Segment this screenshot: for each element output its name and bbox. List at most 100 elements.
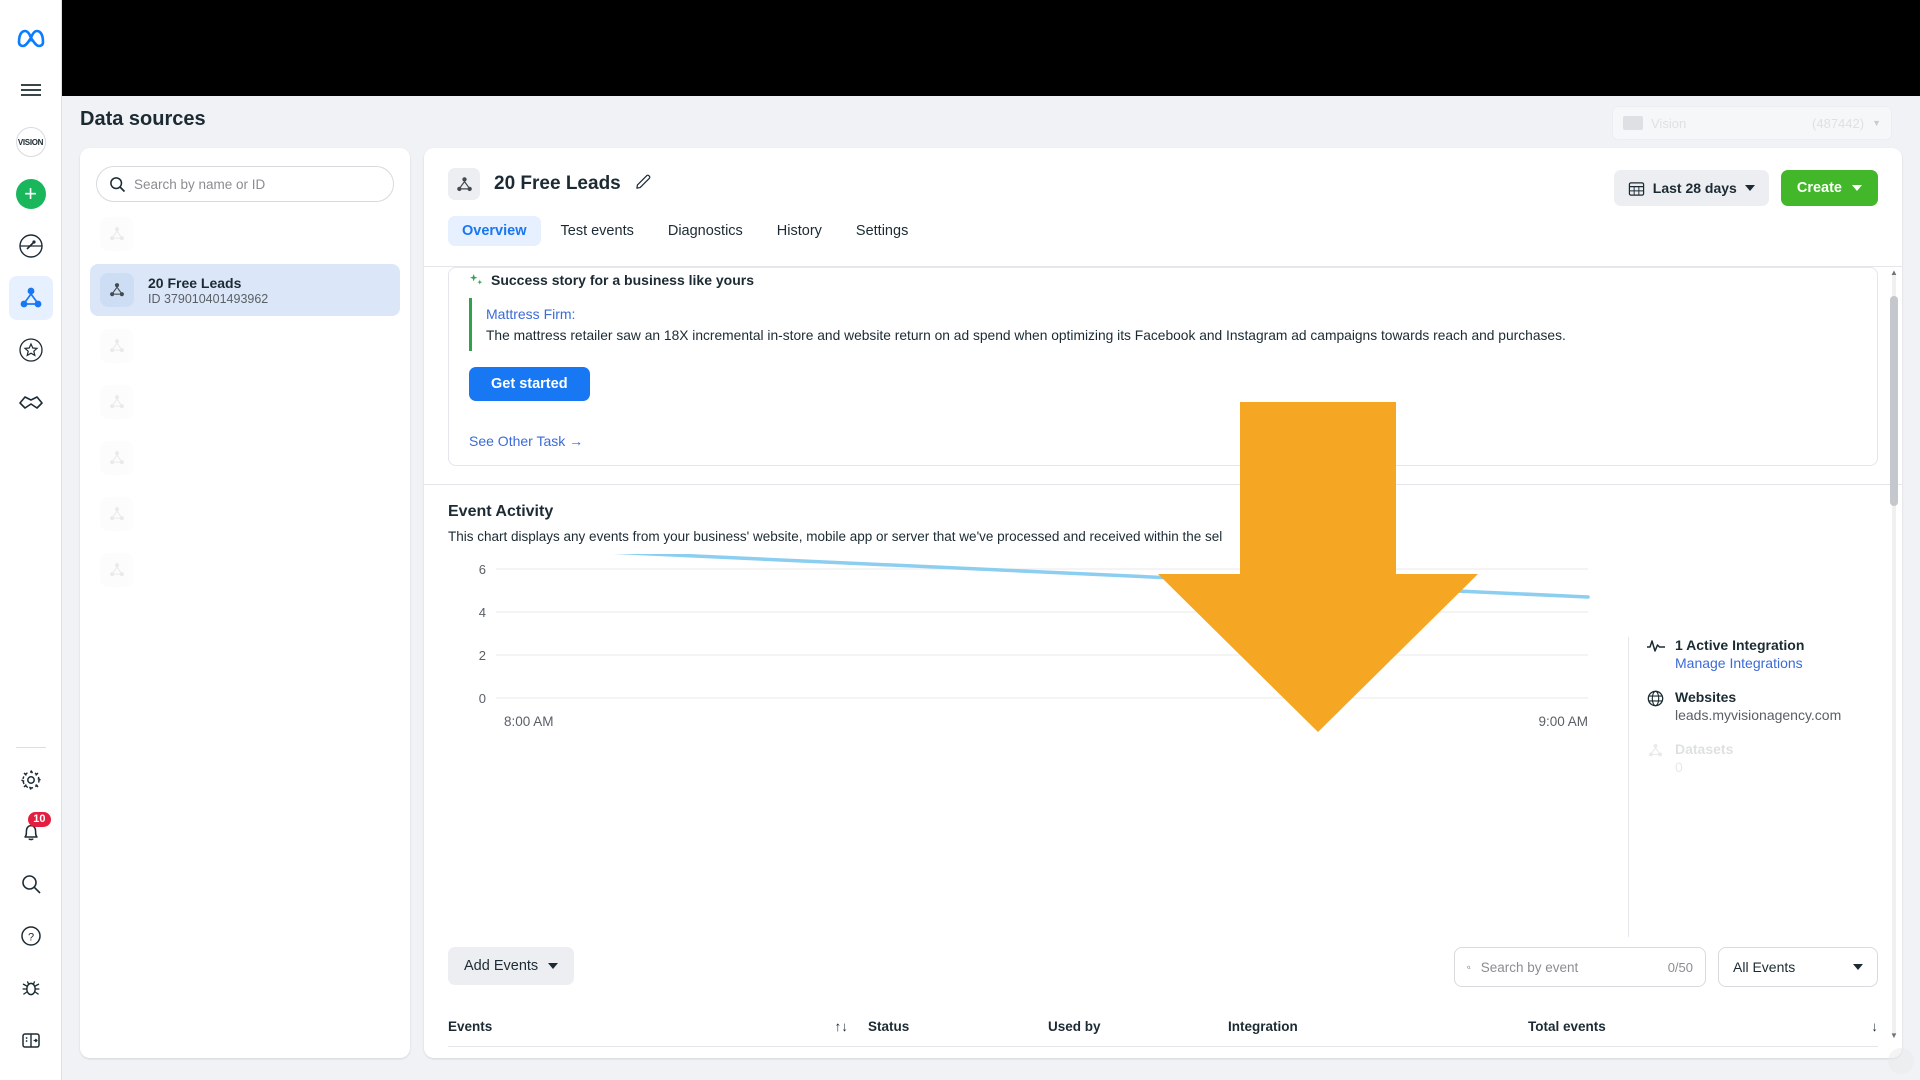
table-header-row: Events ↑↓ Status Used by Integration Tot… [448, 1007, 1878, 1047]
event-search-counter: 0/50 [1667, 959, 1693, 975]
dataset-icon [100, 553, 134, 587]
y-tick: 6 [479, 562, 486, 577]
y-tick: 0 [479, 691, 486, 706]
page-title: Data sources [80, 108, 206, 130]
column-used-by: Used by [1048, 1019, 1101, 1034]
table-row[interactable]: PageView Active Browser 6 [448, 1047, 1878, 1058]
chevron-down-icon [548, 963, 559, 969]
floating-helper-button[interactable] [1888, 1048, 1914, 1074]
business-avatar[interactable]: VISION [9, 120, 53, 164]
tab-diagnostics[interactable]: Diagnostics [654, 216, 757, 246]
edit-pencil-icon[interactable] [635, 173, 652, 195]
total-sort-icon[interactable]: ↓ [1830, 1019, 1878, 1034]
events-filters: 0/50 All Events [1454, 947, 1878, 987]
dataset-detail-card: 20 Free Leads Overview Test events Diagn… [424, 148, 1902, 1058]
success-story-body: The mattress retailer saw an 18X increme… [486, 328, 1566, 343]
search-icon [1467, 965, 1471, 969]
partners-icon[interactable] [9, 380, 53, 424]
column-events[interactable]: Events ↑↓ [448, 1019, 868, 1034]
list-item[interactable] [90, 432, 400, 484]
list-item-name: 20 Free Leads [148, 274, 242, 291]
datasets-value: 0 [1675, 759, 1683, 775]
column-events-label: Events [448, 1019, 493, 1034]
column-status: Status [868, 1019, 910, 1034]
tab-overview[interactable]: Overview [448, 216, 541, 246]
dataset-icon [100, 497, 134, 531]
datasets-row: Datasets 0 [1647, 741, 1878, 775]
list-item[interactable] [90, 320, 400, 372]
websites-row: Websites leads.myvisionagency.com [1647, 689, 1878, 723]
series-line [613, 554, 1590, 599]
dataset-icon [448, 168, 480, 200]
meta-logo-icon[interactable] [9, 16, 53, 60]
create-button-label: Create [1796, 180, 1842, 196]
dataset-icon [100, 441, 134, 475]
column-total-events: Total events [1528, 1019, 1606, 1034]
svg-text:?: ? [27, 932, 33, 944]
list-item-id: ID 379010401493962 [148, 291, 269, 306]
business-name: Vision [1651, 115, 1687, 131]
total-count: 6 [1528, 1058, 1830, 1059]
dataset-tabs: Overview Test events Diagnostics History… [448, 216, 1878, 246]
event-search-box[interactable]: 0/50 [1454, 947, 1706, 987]
search-icon[interactable] [9, 862, 53, 906]
integration-summary-panel: 1 Active Integration Manage Integrations… [1628, 637, 1878, 937]
event-cell: PageView Active [448, 1057, 868, 1058]
business-selector[interactable]: Vision (487442) ▼ [1612, 106, 1892, 140]
event-type-filter[interactable]: All Events [1718, 947, 1878, 987]
search-sources-box[interactable] [96, 166, 394, 202]
event-search-input[interactable] [1480, 959, 1658, 975]
business-id: (487442) [1812, 115, 1865, 131]
list-item[interactable] [90, 208, 400, 260]
dataset-icon [100, 217, 134, 251]
list-item[interactable] [90, 544, 400, 596]
search-icon [110, 176, 126, 192]
content-scrollbar[interactable]: ▲ ▼ [1890, 268, 1898, 1040]
add-events-button[interactable]: Add Events [448, 947, 575, 985]
get-started-button[interactable]: Get started [469, 367, 590, 401]
see-other-task-link[interactable]: See Other Task → [469, 433, 583, 449]
create-button[interactable]: Create [1780, 170, 1878, 206]
top-dark-bar [62, 0, 1920, 96]
tab-settings[interactable]: Settings [842, 216, 922, 246]
bug-report-icon[interactable] [9, 966, 53, 1010]
y-tick: 2 [479, 648, 486, 663]
manage-integrations-link[interactable]: Manage Integrations [1675, 655, 1804, 671]
plus-glyph: + [15, 179, 46, 209]
notifications-bell-icon[interactable]: 10 [9, 810, 53, 854]
sort-icon[interactable]: ↑↓ [835, 1019, 849, 1034]
tab-history[interactable]: History [763, 216, 836, 246]
app-root: VISION + 10 ? Data sources Vision (48744… [0, 0, 1920, 1080]
x-tick: 9:00 AM [1538, 714, 1588, 729]
globe-icon [1647, 689, 1665, 723]
chevron-down-icon [1744, 185, 1755, 191]
tab-test-events[interactable]: Test events [547, 216, 648, 246]
event-type-filter-label: All Events [1733, 959, 1796, 975]
list-item-selected[interactable]: 20 Free Leads ID 379010401493962 [90, 264, 400, 316]
success-story-heading-text: Success story for a business like yours [491, 272, 755, 288]
search-input[interactable] [134, 176, 381, 192]
date-range-button[interactable]: Last 28 days [1613, 170, 1769, 206]
dataset-title: 20 Free Leads [494, 173, 621, 194]
data-sources-list-card: 20 Free Leads ID 379010401493962 [80, 148, 410, 1058]
events-table: Events ↑↓ Status Used by Integration Tot… [448, 1007, 1878, 1058]
sidebar-item-data-sources[interactable] [8, 276, 53, 320]
list-item[interactable] [90, 376, 400, 428]
list-item[interactable] [90, 488, 400, 540]
menu-icon[interactable] [9, 68, 53, 112]
divider [15, 747, 46, 748]
event-activity-description: This chart displays any events from your… [448, 529, 1223, 544]
chevron-down-icon: ▼ [1872, 118, 1881, 128]
scrollbar-thumb[interactable] [1890, 296, 1898, 506]
settings-gear-icon[interactable] [9, 758, 53, 802]
favorites-icon[interactable] [9, 328, 53, 372]
create-icon[interactable]: + [9, 172, 53, 216]
datasets-title: Datasets [1675, 741, 1734, 757]
collapse-panel-icon[interactable] [9, 1018, 53, 1062]
success-story-card: Success story for a business like yours … [448, 267, 1878, 419]
ads-manager-icon[interactable] [9, 224, 53, 268]
scroll-up-arrow-icon[interactable]: ▲ [1890, 268, 1898, 277]
scroll-down-arrow-icon[interactable]: ▼ [1890, 1031, 1898, 1040]
dataset-icon [1647, 741, 1665, 775]
help-icon[interactable]: ? [9, 914, 53, 958]
